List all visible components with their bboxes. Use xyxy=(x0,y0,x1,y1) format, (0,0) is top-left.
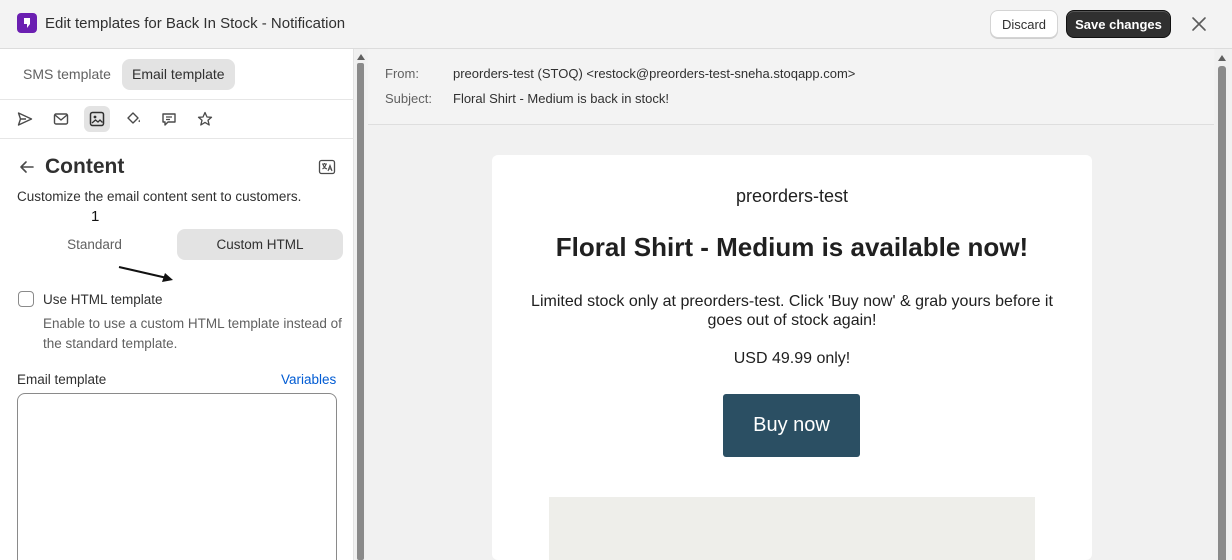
annotation-arrow-icon xyxy=(118,266,173,282)
section-toolbar xyxy=(0,100,354,139)
email-meta: From: preorders-test (STOQ) <restock@pre… xyxy=(368,49,1214,125)
email-template-textarea[interactable] xyxy=(17,393,337,560)
scroll-up-icon[interactable] xyxy=(357,54,365,60)
product-image xyxy=(549,497,1035,560)
email-headline: Floral Shirt - Medium is available now! xyxy=(555,232,1029,262)
section-description: Customize the email content sent to cust… xyxy=(17,189,302,204)
back-arrow-icon[interactable] xyxy=(18,158,36,176)
discard-button[interactable]: Discard xyxy=(990,10,1058,38)
use-html-template-help: Enable to use a custom HTML template ins… xyxy=(43,316,342,351)
chat-bubble-icon[interactable] xyxy=(156,106,182,132)
segment-custom-html[interactable]: Custom HTML xyxy=(177,229,343,260)
star-icon[interactable] xyxy=(192,106,218,132)
close-icon[interactable] xyxy=(1190,15,1208,33)
scrollbar-thumb[interactable] xyxy=(1218,66,1226,560)
paint-bucket-icon[interactable] xyxy=(120,106,146,132)
app-logo-icon xyxy=(17,13,37,33)
shop-name: preorders-test xyxy=(735,186,849,206)
left-panel-scrollbar[interactable] xyxy=(355,49,366,560)
segment-standard[interactable]: Standard xyxy=(17,229,172,261)
preview-scrollbar[interactable] xyxy=(1215,49,1229,560)
subject-value: Floral Shirt - Medium is back in stock! xyxy=(453,91,670,106)
modal-header: Edit templates for Back In Stock - Notif… xyxy=(0,0,1232,49)
subject-label: Subject: xyxy=(385,91,432,106)
annotation-number: 1 xyxy=(91,208,100,225)
from-value: preorders-test (STOQ) <restock@preorders… xyxy=(453,66,856,81)
content-image-icon[interactable] xyxy=(84,106,110,132)
settings-panel: SMS template Email template Content Cust… xyxy=(0,49,354,560)
save-changes-button[interactable]: Save changes xyxy=(1066,10,1171,38)
send-icon[interactable] xyxy=(12,106,38,132)
template-tabs: SMS template Email template xyxy=(0,49,354,100)
modal-title: Edit templates for Back In Stock - Notif… xyxy=(45,15,346,32)
from-label: From: xyxy=(385,66,419,81)
use-html-template-checkbox[interactable] xyxy=(18,291,34,307)
translate-icon[interactable] xyxy=(318,158,336,176)
scrollbar-thumb[interactable] xyxy=(357,63,364,560)
envelope-icon[interactable] xyxy=(48,106,74,132)
section-title: Content xyxy=(45,155,125,178)
email-template-label: Email template xyxy=(17,372,107,387)
email-price: USD 49.99 only! xyxy=(733,350,851,367)
scroll-up-icon[interactable] xyxy=(1218,55,1226,61)
buy-now-button[interactable]: Buy now xyxy=(723,394,860,457)
email-card: preorders-test Floral Shirt - Medium is … xyxy=(492,155,1092,560)
variables-link[interactable]: Variables xyxy=(281,372,336,387)
use-html-template-label[interactable]: Use HTML template xyxy=(43,292,163,307)
tab-sms-template[interactable]: SMS template xyxy=(13,59,121,90)
tab-email-template[interactable]: Email template xyxy=(122,59,235,90)
email-body: Limited stock only at preorders-test. Cl… xyxy=(531,293,1053,329)
